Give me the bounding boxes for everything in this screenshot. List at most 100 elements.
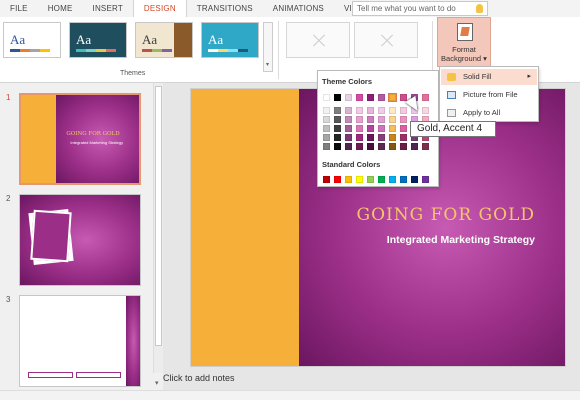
tell-me-placeholder: Tell me what you want to do [357, 4, 456, 13]
theme-color-swatch[interactable] [389, 143, 396, 150]
theme-color-swatch[interactable] [389, 134, 396, 141]
theme-color-swatch[interactable] [400, 94, 407, 101]
slide-thumbnail-3[interactable] [19, 295, 141, 387]
theme-color-swatch[interactable] [356, 107, 363, 114]
variant-thumbnail-1[interactable] [286, 22, 350, 58]
theme-color-swatch[interactable] [356, 94, 363, 101]
theme-color-swatch[interactable] [345, 94, 352, 101]
theme-color-swatch[interactable] [367, 134, 374, 141]
standard-color-swatch[interactable] [345, 176, 352, 183]
theme-color-swatch[interactable] [378, 94, 385, 101]
theme-color-swatch[interactable] [356, 125, 363, 132]
slide-thumbnail-1[interactable]: GOING FOR GOLD Integrated Marketing Stra… [19, 93, 141, 185]
tab-file[interactable]: FILE [0, 0, 38, 17]
standard-color-swatch[interactable] [389, 176, 396, 183]
standard-color-swatch[interactable] [400, 176, 407, 183]
theme-color-swatch[interactable] [367, 125, 374, 132]
standard-color-swatch[interactable] [422, 176, 429, 183]
thumb-gold-bar [21, 95, 57, 183]
tab-animations[interactable]: ANIMATIONS [263, 0, 334, 17]
theme-color-swatch[interactable] [378, 125, 385, 132]
theme-color-swatch[interactable] [345, 125, 352, 132]
theme-color-swatch[interactable] [389, 116, 396, 123]
theme-color-swatch[interactable] [388, 93, 397, 102]
theme-color-swatch[interactable] [356, 143, 363, 150]
standard-color-swatch[interactable] [323, 176, 330, 183]
scroll-down-arrow-icon[interactable]: ▾ [155, 379, 162, 389]
tell-me-search-input[interactable]: Tell me what you want to do [352, 1, 488, 16]
menu-item-solid-fill[interactable]: Solid Fill ▸ [441, 69, 537, 85]
scrollbar-thumb[interactable] [155, 86, 162, 346]
format-background-button[interactable]: Format Background ▾ [437, 17, 491, 67]
theme-color-swatch[interactable] [334, 134, 341, 141]
theme-color-swatch[interactable] [367, 143, 374, 150]
theme-thumbnail-1[interactable]: Aa [3, 22, 61, 58]
theme-thumbnail-3[interactable]: Aa [135, 22, 193, 58]
slide-title[interactable]: GOING FOR GOLD [357, 205, 535, 225]
theme-color-swatch[interactable] [345, 116, 352, 123]
theme-thumbnail-2[interactable]: Aa [69, 22, 127, 58]
theme-color-swatch[interactable] [323, 94, 330, 101]
theme-color-swatch[interactable] [356, 134, 363, 141]
standard-color-swatch[interactable] [334, 176, 341, 183]
theme-color-swatch[interactable] [400, 134, 407, 141]
theme-color-swatch[interactable] [323, 125, 330, 132]
theme-color-swatch[interactable] [334, 116, 341, 123]
thumb-box-right [76, 372, 121, 378]
theme-color-swatch[interactable] [323, 116, 330, 123]
theme-color-swatch[interactable] [345, 107, 352, 114]
theme-color-swatch[interactable] [367, 94, 374, 101]
tab-insert[interactable]: INSERT [83, 0, 133, 17]
standard-color-swatch[interactable] [378, 176, 385, 183]
menu-item-picture-from-file[interactable]: Picture from File [441, 87, 537, 103]
theme-color-swatch[interactable] [400, 116, 407, 123]
theme-color-swatch[interactable] [334, 107, 341, 114]
menu-item-apply-to-all[interactable]: Apply to All [441, 105, 537, 121]
theme-color-swatch[interactable] [378, 116, 385, 123]
standard-color-swatch[interactable] [411, 176, 418, 183]
theme-color-swatch[interactable] [378, 143, 385, 150]
theme-color-swatch[interactable] [422, 107, 429, 114]
theme-color-swatch[interactable] [400, 143, 407, 150]
more-arrow-icon: ▾ [266, 62, 270, 68]
theme-color-swatch[interactable] [400, 125, 407, 132]
theme-color-swatch[interactable] [323, 134, 330, 141]
standard-color-swatch[interactable] [356, 176, 363, 183]
slide-thumbnail-2[interactable] [19, 194, 141, 286]
theme-color-swatch[interactable] [345, 143, 352, 150]
submenu-arrow-icon: ▸ [527, 73, 531, 80]
notes-placeholder[interactable]: Click to add notes [163, 373, 235, 383]
theme-color-swatch[interactable] [422, 94, 429, 101]
theme-thumb-text: Aa [76, 32, 92, 47]
theme-color-swatch[interactable] [367, 116, 374, 123]
tab-design[interactable]: DESIGN [132, 0, 187, 17]
theme-color-swatch[interactable] [345, 134, 352, 141]
theme-color-swatch[interactable] [334, 125, 341, 132]
theme-color-swatch[interactable] [367, 107, 374, 114]
theme-color-swatch[interactable] [323, 143, 330, 150]
slide-subtitle[interactable]: Integrated Marketing Strategy [387, 234, 535, 246]
tab-home[interactable]: HOME [38, 0, 83, 17]
theme-color-swatch[interactable] [323, 107, 330, 114]
theme-color-swatch[interactable] [389, 107, 396, 114]
theme-thumb-text: Aa [142, 32, 158, 47]
theme-color-swatch[interactable] [356, 116, 363, 123]
ribbon-tab-bar: FILE HOME INSERT DESIGN TRANSITIONS ANIM… [0, 0, 580, 17]
variant-thumbnail-2[interactable] [354, 22, 418, 58]
theme-colors-heading: Theme Colors [322, 77, 373, 86]
thumb-purple-panel: GOING FOR GOLD Integrated Marketing Stra… [56, 95, 139, 183]
thumbnail-scrollbar[interactable] [153, 83, 163, 373]
theme-color-swatch[interactable] [400, 107, 407, 114]
theme-color-swatch[interactable] [378, 107, 385, 114]
theme-color-swatch[interactable] [411, 143, 418, 150]
theme-color-swatch[interactable] [334, 143, 341, 150]
theme-color-swatch[interactable] [389, 125, 396, 132]
thumb-box-left [28, 372, 73, 378]
standard-color-swatch[interactable] [367, 176, 374, 183]
theme-color-swatch[interactable] [422, 143, 429, 150]
tab-transitions[interactable]: TRANSITIONS [187, 0, 263, 17]
theme-thumbnail-4[interactable]: Aa [201, 22, 259, 58]
theme-color-swatch[interactable] [378, 134, 385, 141]
theme-color-swatch[interactable] [334, 94, 341, 101]
themes-scroll-more[interactable]: ▾ [263, 22, 273, 72]
